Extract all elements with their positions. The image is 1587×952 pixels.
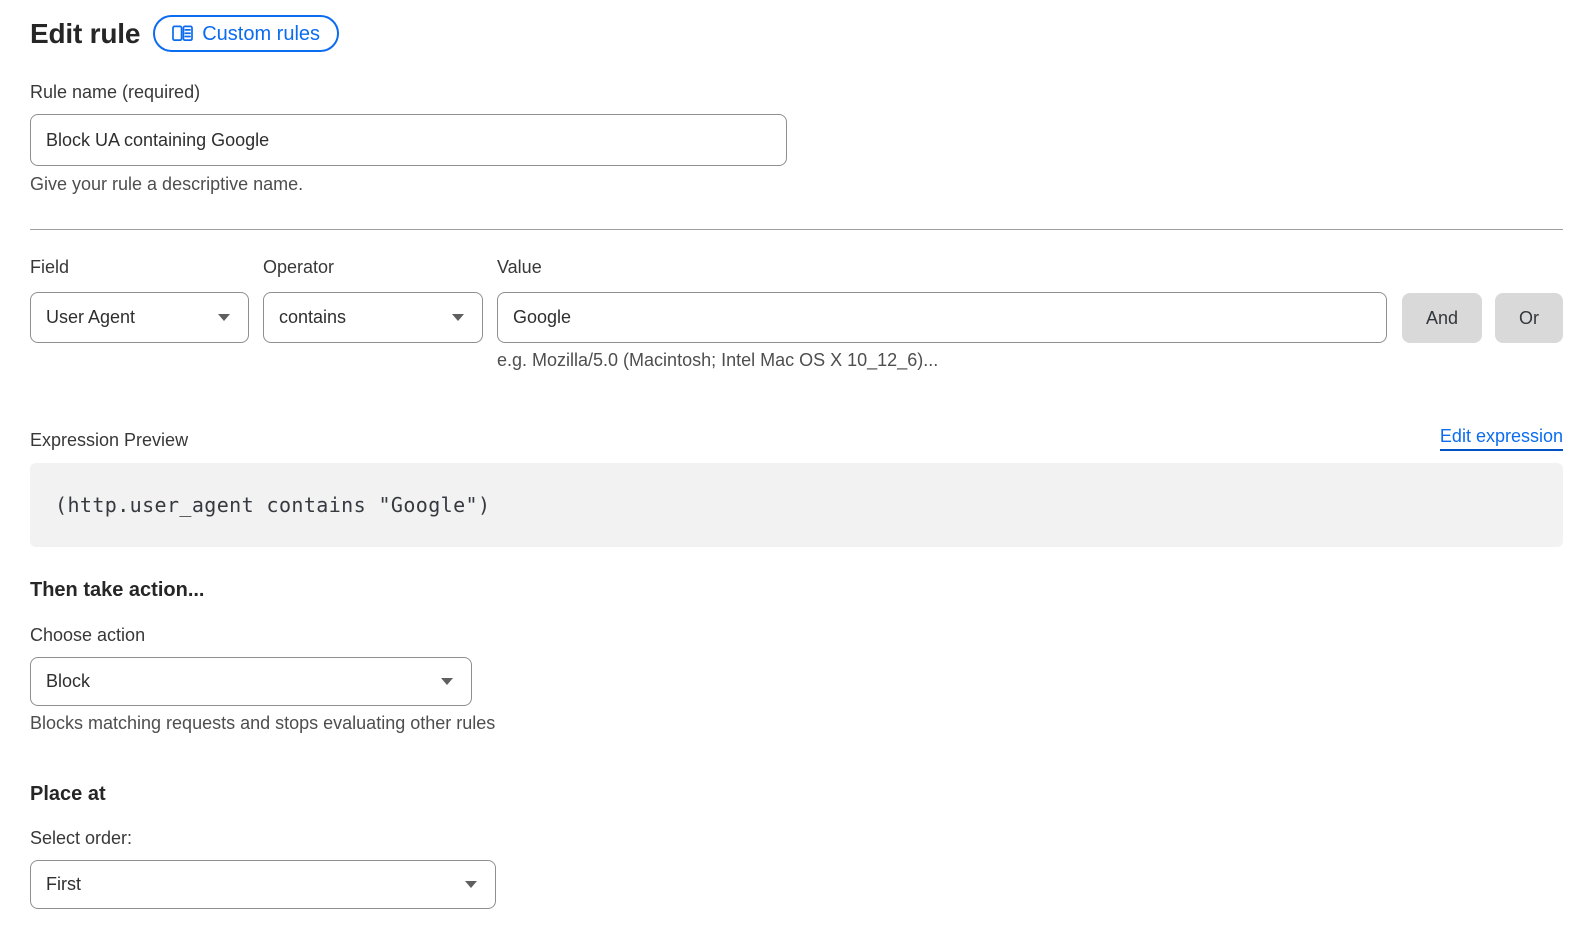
or-button[interactable]: Or: [1495, 293, 1563, 343]
caret-down-icon: [452, 314, 464, 321]
select-order-label: Select order:: [30, 828, 1563, 849]
action-select-value: Block: [46, 671, 90, 692]
caret-down-icon: [465, 881, 477, 888]
expression-preview-box: (http.user_agent contains "Google"): [30, 463, 1563, 547]
value-input[interactable]: [497, 292, 1387, 343]
field-select[interactable]: User Agent: [30, 292, 249, 343]
custom-rules-button[interactable]: Custom rules: [153, 15, 339, 52]
expression-preview-label: Expression Preview: [30, 430, 188, 451]
rule-name-label: Rule name (required): [30, 82, 1563, 103]
and-or-buttons: And Or: [1402, 257, 1563, 371]
and-button[interactable]: And: [1402, 293, 1482, 343]
order-select-value: First: [46, 874, 81, 895]
value-label: Value: [497, 257, 1387, 278]
value-column: Value e.g. Mozilla/5.0 (Macintosh; Intel…: [497, 257, 1387, 371]
expression-code: (http.user_agent contains "Google"): [55, 493, 490, 517]
rule-name-input[interactable]: [30, 114, 787, 166]
section-divider: [30, 229, 1563, 230]
action-select[interactable]: Block: [30, 657, 472, 706]
operator-label: Operator: [263, 257, 483, 278]
edit-expression-link[interactable]: Edit expression: [1440, 426, 1563, 451]
expression-header: Expression Preview Edit expression: [30, 426, 1563, 451]
page-header: Edit rule Custom rules: [30, 15, 1563, 52]
operator-select[interactable]: contains: [263, 292, 483, 343]
field-label: Field: [30, 257, 249, 278]
page-title: Edit rule: [30, 16, 140, 52]
choose-action-label: Choose action: [30, 625, 1563, 646]
value-help-text: e.g. Mozilla/5.0 (Macintosh; Intel Mac O…: [497, 350, 1387, 371]
condition-row: Field User Agent Operator contains Value…: [30, 257, 1563, 371]
order-select[interactable]: First: [30, 860, 496, 909]
action-heading: Then take action...: [30, 578, 1563, 602]
operator-column: Operator contains: [263, 257, 483, 371]
field-select-value: User Agent: [46, 307, 135, 328]
edit-rule-page: Edit rule Custom rules Rule name (requir…: [0, 0, 1587, 909]
caret-down-icon: [441, 678, 453, 685]
field-column: Field User Agent: [30, 257, 249, 371]
operator-select-value: contains: [279, 307, 346, 328]
action-help-text: Blocks matching requests and stops evalu…: [30, 713, 1563, 734]
book-icon: [172, 24, 193, 43]
caret-down-icon: [218, 314, 230, 321]
rule-name-help-text: Give your rule a descriptive name.: [30, 174, 1563, 195]
place-at-heading: Place at: [30, 782, 1563, 806]
custom-rules-button-label: Custom rules: [202, 24, 320, 44]
